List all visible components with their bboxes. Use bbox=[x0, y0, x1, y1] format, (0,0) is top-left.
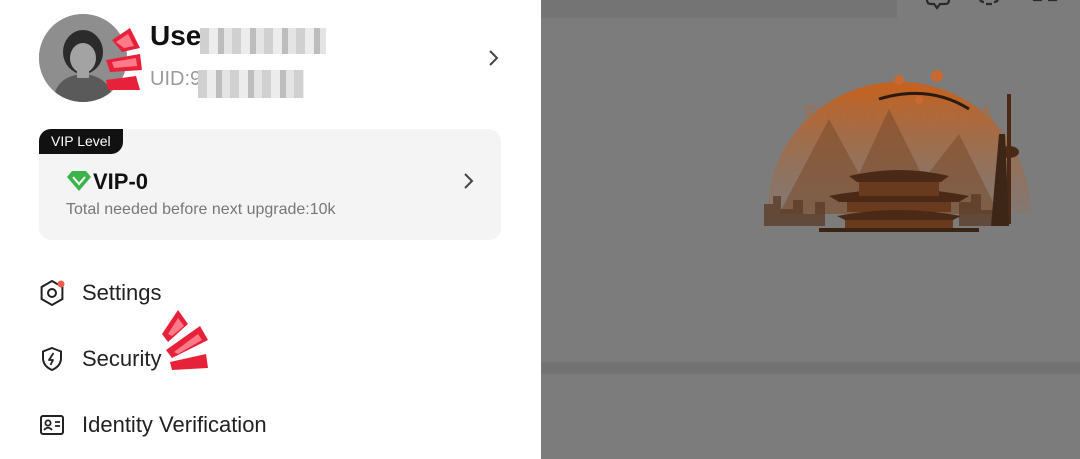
menu-item-identity-verification[interactable]: Identity Verification bbox=[0, 400, 541, 450]
attention-burst-icon bbox=[106, 28, 142, 90]
chevron-right-icon[interactable] bbox=[484, 48, 504, 68]
vip-upgrade-requirement: Total needed before next upgrade:10k bbox=[66, 201, 336, 218]
username: Use bbox=[150, 20, 202, 51]
menu-item-label: Identity Verification bbox=[82, 412, 267, 437]
id-card-icon bbox=[40, 415, 64, 435]
menu-item-security[interactable]: Security bbox=[0, 334, 541, 384]
background-topbar bbox=[541, 0, 897, 18]
username-redacted bbox=[200, 28, 326, 54]
notification-dot bbox=[57, 280, 65, 288]
settings-icon bbox=[40, 279, 65, 307]
diamond-icon bbox=[67, 171, 91, 191]
attention-burst-icon bbox=[162, 310, 208, 370]
chat-icon bbox=[925, 0, 951, 10]
menu-item-label: Settings bbox=[82, 280, 162, 305]
vip-level: VIP-0 bbox=[93, 169, 149, 194]
background-divider bbox=[541, 362, 1080, 374]
menu-item-label: Security bbox=[82, 346, 162, 371]
menu-item-settings[interactable]: Settings bbox=[0, 268, 541, 318]
side-drawer: Use UID:9 VIP Level VIP-0 Total needed b… bbox=[0, 0, 541, 459]
uid-redacted bbox=[198, 70, 304, 98]
support-icon bbox=[979, 0, 999, 6]
vip-level-tag: VIP Level bbox=[39, 129, 123, 154]
scan-icon bbox=[1032, 0, 1058, 2]
vip-card[interactable]: VIP Level VIP-0 Total needed before next… bbox=[39, 129, 501, 240]
chevron-right-icon[interactable] bbox=[459, 171, 479, 191]
shield-icon bbox=[42, 346, 62, 372]
user-id: UID:9 bbox=[150, 68, 202, 90]
background-overlay[interactable]: SOUTH KOREA bbox=[541, 0, 1080, 459]
promo-banner: SOUTH KOREA bbox=[764, 70, 1031, 232]
